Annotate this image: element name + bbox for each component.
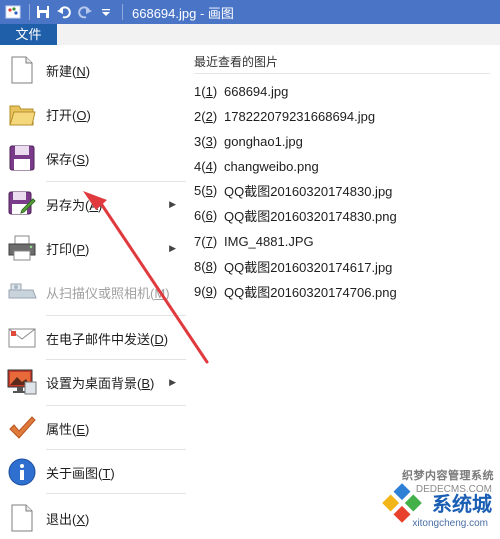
menu-item-about-paint[interactable]: 关于画图(T) [0, 451, 186, 493]
watermark-domain-text: xitongcheng.com [412, 518, 488, 529]
menu-separator [46, 359, 186, 360]
paint-app-icon[interactable] [5, 4, 21, 20]
save-disk-icon [7, 143, 37, 173]
submenu-arrow-icon: ▶ [169, 198, 176, 209]
open-folder-icon [7, 99, 37, 129]
menu-separator [46, 315, 186, 316]
ribbon-tab-bar: 文件 [0, 24, 500, 45]
menu-item-label: 保存(S) [46, 151, 90, 167]
menu-item-properties[interactable]: 属性(E) [0, 407, 186, 449]
menu-item-label: 新建(N) [46, 63, 91, 79]
title-bar: 668694.jpg - 画图 [0, 0, 500, 24]
recent-file-item[interactable]: 5(5) QQ截图20160320174830.jpg [194, 180, 392, 200]
menu-item-label: 打开(O) [46, 107, 91, 123]
recent-pictures-title: 最近查看的图片 [194, 55, 279, 69]
menu-item-label: 关于画图(T) [46, 465, 115, 481]
menu-item-set-desktop-background[interactable]: 设置为桌面背景(B) ▶ [0, 361, 186, 403]
watermark: 织梦内容管理系统 DEDECMS.COM 系统城 xitongcheng.com [346, 449, 496, 529]
save-icon[interactable] [35, 4, 51, 20]
menu-item-send-email[interactable]: 在电子邮件中发送(D) [0, 317, 186, 359]
menu-item-label: 打印(P) [46, 241, 90, 257]
recent-file-item[interactable]: 9(9) QQ截图20160320174706.png [194, 281, 397, 301]
menu-item-from-scanner[interactable]: 从扫描仪或照相机(M) [0, 271, 186, 313]
submenu-arrow-icon: ▶ [169, 242, 176, 253]
recent-file-item[interactable]: 3(3) gonghao1.jpg [194, 131, 303, 151]
file-tab[interactable]: 文件 [0, 24, 57, 45]
menu-item-label: 退出(X) [46, 511, 90, 527]
menu-separator [46, 405, 186, 406]
new-file-icon [7, 55, 37, 85]
menu-item-label: 在电子邮件中发送(D) [46, 331, 169, 347]
menu-separator [46, 449, 186, 450]
recent-file-item[interactable]: 2(2) 178222079231668694.jpg [194, 106, 375, 126]
menu-separator [46, 493, 186, 494]
toolbar-separator [122, 4, 123, 20]
watermark-brand-text: 系统城 [432, 494, 492, 516]
exit-icon [7, 503, 37, 533]
recent-file-item[interactable]: 1(1) 668694.jpg [194, 81, 288, 101]
redo-icon[interactable] [77, 4, 93, 20]
window-title: 668694.jpg - 画图 [132, 5, 234, 21]
recent-file-item[interactable]: 4(4) changweibo.png [194, 156, 319, 176]
undo-icon[interactable] [56, 4, 72, 20]
menu-item-open[interactable]: 打开(O) [0, 93, 186, 135]
menu-item-label: 设置为桌面背景(B) [46, 375, 155, 391]
save-as-icon [7, 189, 37, 219]
divider [194, 73, 490, 74]
menu-item-label: 属性(E) [46, 421, 90, 437]
submenu-arrow-icon: ▶ [169, 376, 176, 387]
menu-item-print[interactable]: 打印(P) ▶ [0, 227, 186, 269]
menu-item-exit[interactable]: 退出(X) [0, 497, 186, 539]
recent-file-item[interactable]: 6(6) QQ截图20160320174830.png [194, 205, 397, 225]
menu-item-label: 另存为(A) [46, 197, 103, 213]
recent-file-item[interactable]: 7(7) IMG_4881.JPG [194, 231, 314, 251]
menu-separator [46, 181, 186, 182]
desktop-background-icon [7, 367, 37, 397]
scanner-icon [7, 277, 37, 307]
recent-file-item[interactable]: 8(8) QQ截图20160320174617.jpg [194, 256, 392, 276]
menu-item-save[interactable]: 保存(S) [0, 137, 186, 179]
file-menu: 新建(N) 打开(O) 保存(S) 另存为(A) ▶ 打印(P) ▶ 从扫描仪或… [0, 45, 187, 532]
printer-icon [7, 233, 37, 263]
checkmark-icon [7, 413, 37, 443]
email-icon [7, 323, 37, 353]
info-icon [7, 457, 37, 487]
menu-item-label: 从扫描仪或照相机(M) [46, 285, 170, 301]
toolbar-separator [29, 4, 30, 20]
menu-item-new[interactable]: 新建(N) [0, 49, 186, 91]
customize-quick-access-icon[interactable] [98, 4, 114, 20]
menu-item-save-as[interactable]: 另存为(A) ▶ [0, 183, 186, 225]
